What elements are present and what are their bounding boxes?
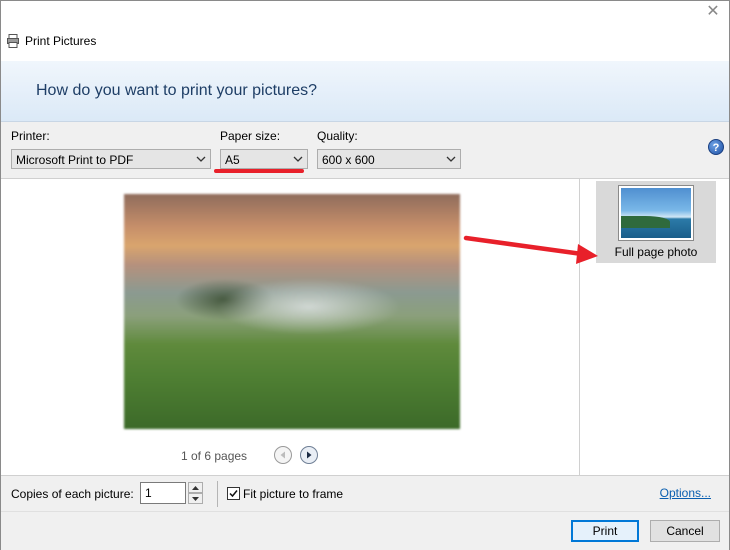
printer-value: Microsoft Print to PDF (16, 153, 134, 167)
paper-size-dropdown[interactable]: A5 (220, 149, 308, 169)
page-status: 1 of 6 pages (181, 449, 248, 463)
options-link[interactable]: Options... (660, 486, 711, 500)
print-pictures-dialog: Print Pictures ✕ How do you want to prin… (0, 0, 730, 550)
quality-dropdown[interactable]: 600 x 600 (317, 149, 461, 169)
dialog-footer: Print Cancel (1, 511, 729, 550)
print-preview-pane: 1 of 6 pages (1, 178, 580, 476)
close-icon[interactable]: ✕ (705, 4, 721, 20)
previous-page-button[interactable] (274, 446, 292, 464)
banner-heading: How do you want to print your pictures? (36, 82, 318, 99)
copies-increment-button[interactable] (188, 482, 203, 493)
layout-list: Full page photo (580, 178, 729, 476)
paper-size-label: Paper size: (220, 129, 281, 143)
copies-decrement-button[interactable] (188, 493, 203, 504)
printer-dropdown[interactable]: Microsoft Print to PDF (11, 149, 211, 169)
layout-item-full-page-photo[interactable]: Full page photo (596, 181, 716, 263)
paper-size-value: A5 (225, 153, 240, 167)
divider (217, 481, 218, 507)
next-page-button[interactable] (300, 446, 318, 464)
help-icon[interactable]: ? (708, 139, 724, 155)
chevron-right-icon (307, 451, 312, 459)
instruction-banner: How do you want to print your pictures? (1, 61, 729, 122)
caret-down-icon (192, 497, 199, 501)
copies-row: Copies of each picture: Fit picture to f… (1, 475, 729, 512)
quality-value: 600 x 600 (322, 153, 375, 167)
chevron-left-icon (280, 451, 285, 459)
chevron-down-icon (196, 156, 206, 162)
chevron-down-icon (446, 156, 456, 162)
chevron-down-icon (293, 156, 303, 162)
title-bar: Print Pictures ✕ (1, 1, 729, 61)
preview-photo (124, 194, 460, 429)
paper-size-highlight-underline (214, 169, 304, 173)
fit-picture-label[interactable]: Fit picture to frame (243, 487, 343, 501)
print-button[interactable]: Print (571, 520, 639, 542)
layout-thumbnail (618, 185, 694, 241)
cancel-button[interactable]: Cancel (650, 520, 720, 542)
caret-up-icon (192, 486, 199, 490)
copies-stepper (188, 482, 203, 504)
window-title: Print Pictures (25, 34, 97, 48)
quality-label: Quality: (317, 129, 358, 143)
copies-input[interactable] (140, 482, 186, 504)
copies-label: Copies of each picture: (11, 487, 134, 501)
fit-picture-checkbox[interactable] (227, 487, 240, 500)
print-options-row: Printer: Microsoft Print to PDF Paper si… (1, 122, 729, 178)
landscape-thumbnail-image (621, 188, 691, 238)
printer-icon (7, 34, 19, 48)
layout-item-label: Full page photo (614, 245, 698, 259)
printer-label: Printer: (11, 129, 50, 143)
checkmark-icon (229, 490, 238, 498)
